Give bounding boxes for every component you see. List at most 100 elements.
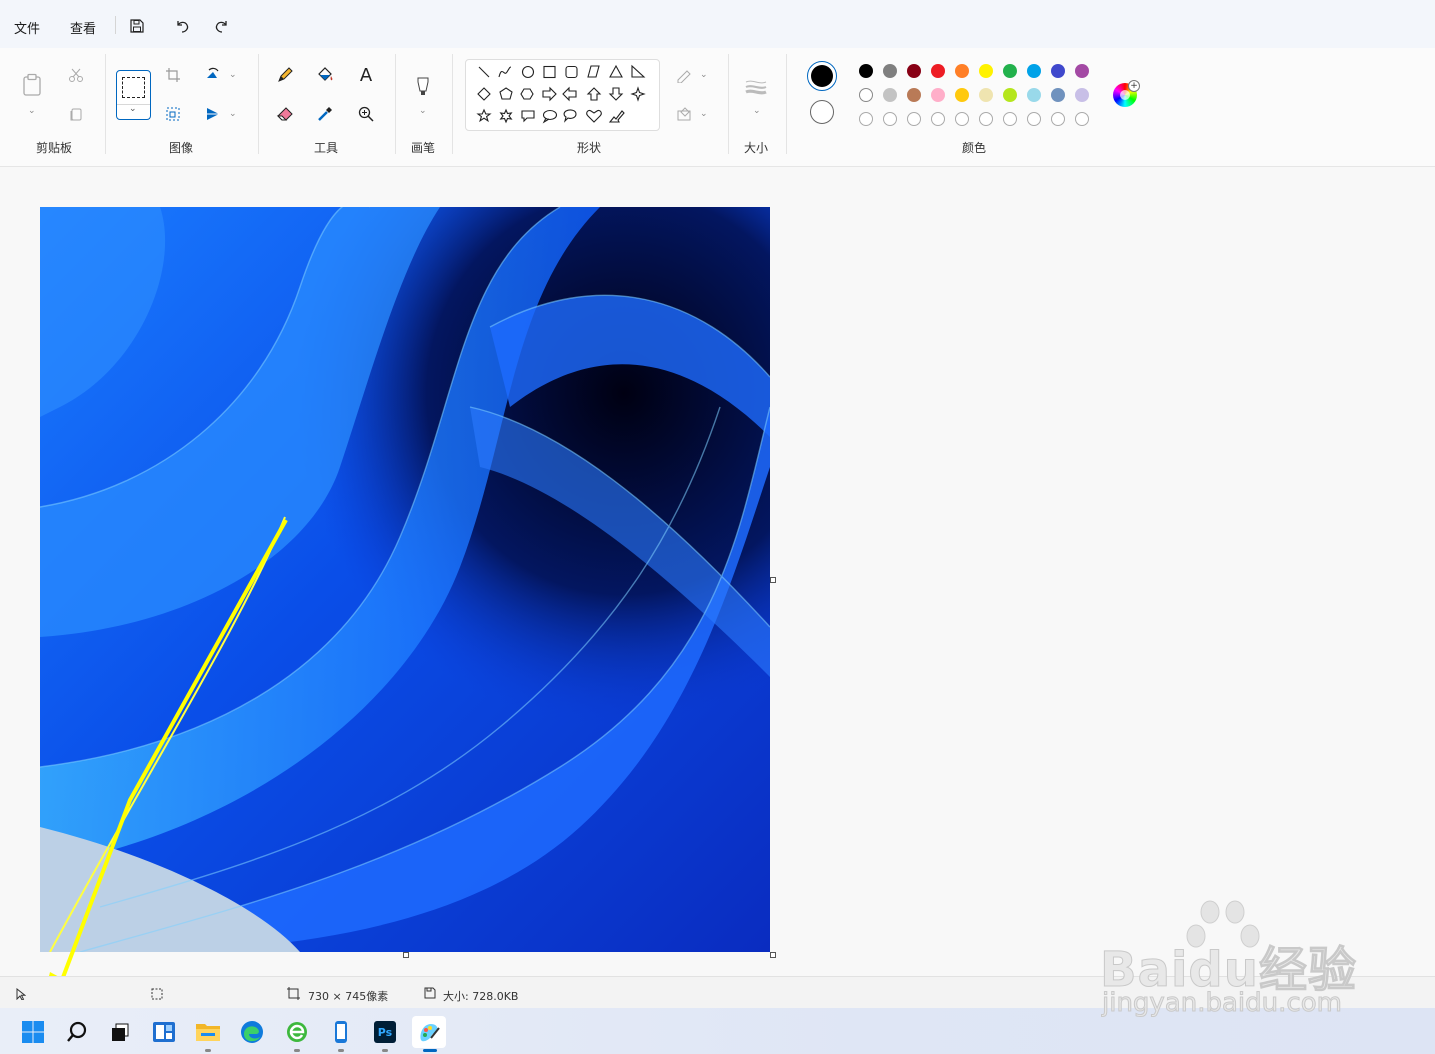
outline-icon: [677, 70, 691, 83]
browser-e-icon: [287, 1022, 307, 1042]
file-size: 大小: 728.0KB: [443, 990, 519, 1003]
cut-button[interactable]: [63, 62, 89, 88]
running-indicator: [338, 1049, 344, 1052]
outline-dropdown-icon[interactable]: ⌄: [700, 70, 708, 80]
palette-swatch[interactable]: [955, 88, 969, 102]
brushes-dropdown-icon[interactable]: ⌄: [419, 106, 427, 116]
select-dropdown-icon[interactable]: ⌄: [129, 104, 137, 114]
shapes-gallery: [465, 59, 660, 131]
custom-color-slot[interactable]: [883, 112, 897, 126]
fill-dropdown-icon[interactable]: ⌄: [700, 109, 708, 119]
palette-swatch[interactable]: [859, 88, 873, 102]
palette-swatch[interactable]: [1051, 88, 1065, 102]
resize-handle-right[interactable]: [770, 577, 776, 583]
crop-button[interactable]: [160, 62, 186, 88]
rectangular-callout-shape-icon: [521, 110, 535, 123]
canvas-dimensions: 730 × 745像素: [308, 990, 389, 1003]
palette-swatch[interactable]: [979, 88, 993, 102]
shape-fill-button[interactable]: [672, 101, 698, 127]
palette-swatch[interactable]: [1051, 64, 1065, 78]
redo-icon: [215, 21, 227, 33]
pencil-button[interactable]: [272, 62, 298, 88]
palette-swatch[interactable]: [979, 64, 993, 78]
resize-handle-corner[interactable]: [770, 952, 776, 958]
palette-swatch[interactable]: [1027, 64, 1041, 78]
edge-button[interactable]: [236, 1016, 268, 1048]
right-triangle-shape-icon: [631, 64, 646, 78]
paste-dropdown-icon[interactable]: ⌄: [28, 106, 36, 116]
photoshop-button[interactable]: Ps: [369, 1016, 401, 1052]
custom-color-slot[interactable]: [1003, 112, 1017, 126]
task-view-button[interactable]: [104, 1016, 136, 1048]
running-indicator: [205, 1049, 211, 1052]
ribbon: ⌄ 剪贴板 ⌄ ⌄ ⌄ 图像 A 工具 ⌄ 画笔 ⌄ ⌄ 形状 ⌄ 大小 + 颜…: [0, 48, 1435, 167]
group-label-tools: 工具: [314, 141, 339, 155]
widgets-button[interactable]: [148, 1016, 180, 1048]
flip-dropdown-icon[interactable]: ⌄: [229, 109, 237, 119]
flip-button[interactable]: [200, 101, 226, 127]
palette-swatch[interactable]: [883, 88, 897, 102]
heart-shape-icon: [586, 109, 602, 123]
menu-view[interactable]: 查看: [70, 18, 96, 37]
search-button[interactable]: [61, 1016, 93, 1048]
custom-color-slot[interactable]: [979, 112, 993, 126]
edit-colors-button[interactable]: +: [1113, 80, 1140, 107]
crop-icon: [166, 68, 180, 82]
file-explorer-button[interactable]: [192, 1016, 224, 1052]
file-size-icon: [424, 987, 436, 999]
palette-swatch[interactable]: [883, 64, 897, 78]
rotate-button[interactable]: [200, 62, 226, 88]
shape-outline-button[interactable]: [672, 62, 698, 88]
secondary-color-swatch[interactable]: [810, 100, 834, 124]
size-button[interactable]: [743, 74, 769, 100]
resize-button[interactable]: [160, 101, 186, 127]
ie-browser-button[interactable]: [281, 1016, 313, 1052]
undo-button[interactable]: [170, 14, 194, 38]
custom-color-slot[interactable]: [1051, 112, 1065, 126]
custom-color-slot[interactable]: [1027, 112, 1041, 126]
paste-button[interactable]: [19, 72, 45, 98]
palette-swatch[interactable]: [1027, 88, 1041, 102]
text-tool-icon[interactable]: A: [353, 62, 379, 88]
save-button[interactable]: [125, 14, 149, 38]
custom-color-slot[interactable]: [907, 112, 921, 126]
custom-color-slot[interactable]: [931, 112, 945, 126]
palette-swatch[interactable]: [859, 64, 873, 78]
save-icon: [130, 19, 144, 33]
palette-swatch[interactable]: [1003, 88, 1017, 102]
eraser-button[interactable]: [272, 101, 298, 127]
menu-file[interactable]: 文件: [14, 18, 40, 37]
palette-swatch[interactable]: [907, 64, 921, 78]
brushes-button[interactable]: [410, 74, 436, 100]
redo-button[interactable]: [210, 14, 234, 38]
select-button[interactable]: ⌄: [116, 70, 151, 120]
phone-link-button[interactable]: [325, 1016, 357, 1052]
palette-swatch[interactable]: [1003, 64, 1017, 78]
size-dropdown-icon[interactable]: ⌄: [753, 106, 761, 116]
four-point-star-shape-icon: [630, 86, 646, 102]
palette-swatch[interactable]: [931, 88, 945, 102]
start-button[interactable]: [17, 1016, 49, 1048]
palette-swatch[interactable]: [1075, 88, 1089, 102]
palette-swatch[interactable]: [955, 64, 969, 78]
running-indicator: [294, 1049, 300, 1052]
fill-button[interactable]: [312, 62, 338, 88]
palette-swatch[interactable]: [907, 88, 921, 102]
custom-color-slot[interactable]: [859, 112, 873, 126]
copy-button[interactable]: [63, 101, 89, 127]
paint-button[interactable]: [412, 1016, 446, 1052]
rotate-dropdown-icon[interactable]: ⌄: [229, 70, 237, 80]
resize-handle-bottom[interactable]: [403, 952, 409, 958]
color-picker-button[interactable]: [312, 101, 338, 127]
scissors-icon: [69, 68, 83, 82]
shape-fill-icon: [677, 107, 691, 121]
magnifier-button[interactable]: [353, 101, 379, 127]
primary-color-selector[interactable]: [807, 61, 837, 91]
ribbon-divider: [395, 54, 396, 154]
palette-swatch[interactable]: [931, 64, 945, 78]
custom-color-slot[interactable]: [1075, 112, 1089, 126]
watermark-url: jingyan.baidu.com: [1102, 988, 1343, 1019]
custom-color-slot[interactable]: [955, 112, 969, 126]
ribbon-divider: [105, 54, 106, 154]
palette-swatch[interactable]: [1075, 64, 1089, 78]
